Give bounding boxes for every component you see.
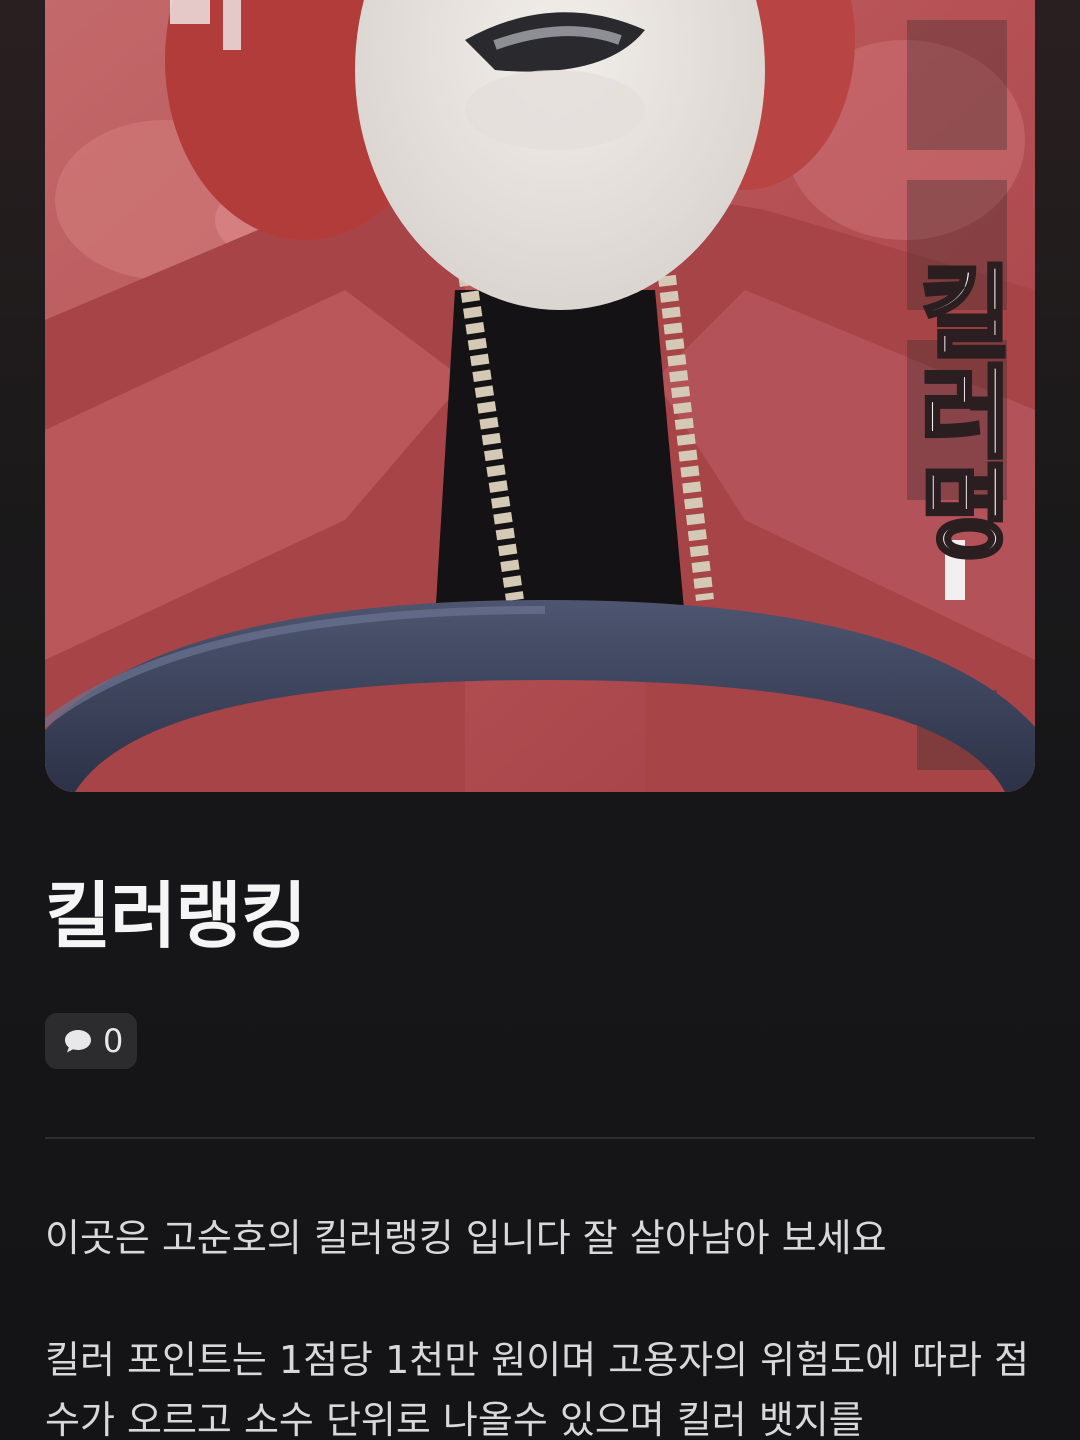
- post-paragraph: 킬러 포인트는 1점당 1천만 원이며 고용자의 위험도에 따라 점수가 오르고…: [45, 1338, 1030, 1440]
- post-title: 킬러랭킹: [45, 874, 307, 958]
- post-paragraph: 이곳은 고순호의 킬러랭킹 입니다 잘 살아남아 보세요: [45, 1216, 887, 1260]
- divider: [45, 1137, 1035, 1139]
- comment-count: 0: [103, 1022, 124, 1060]
- post-page: 킬러명 킬러랭킹 0 이곳은 고순호의 킬러랭킹 입니다 잘 살아남아 보세요 …: [0, 0, 1080, 1440]
- post-cover-image[interactable]: 킬러명: [45, 0, 1035, 792]
- post-body: 이곳은 고순호의 킬러랭킹 입니다 잘 살아남아 보세요 킬러 포인트는 1점당…: [45, 1208, 1035, 1440]
- cover-overlay-text: 킬러명: [899, 260, 1016, 560]
- comment-count-button[interactable]: 0: [45, 1013, 138, 1069]
- comment-bubble-icon: [65, 1030, 91, 1053]
- cover-illustration: 킬러명: [45, 0, 1035, 792]
